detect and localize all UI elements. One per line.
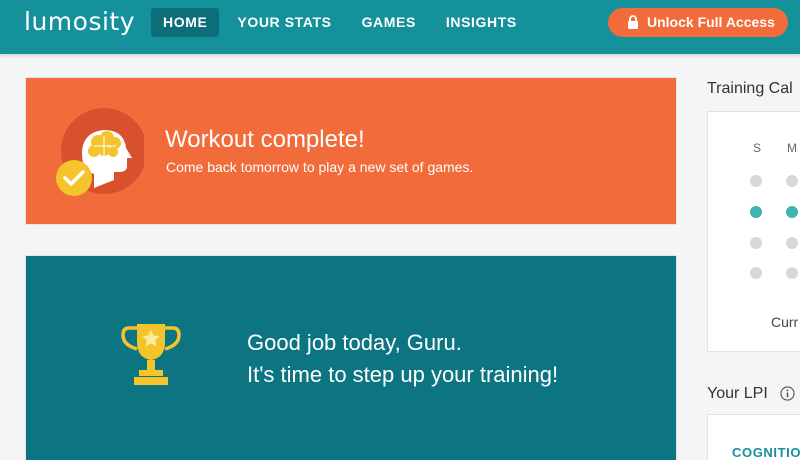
nav-games[interactable]: GAMES [350, 8, 428, 37]
unlock-full-access-button[interactable]: Unlock Full Access [608, 8, 788, 37]
workout-complete-card: Workout complete! Come back tomorrow to … [25, 77, 677, 225]
calendar-current-label: Curr [771, 314, 799, 330]
calendar-day-monday: M [787, 141, 797, 155]
good-job-message: Good job today, Guru. [247, 330, 462, 355]
trophy-icon [121, 324, 181, 385]
nav-your-stats[interactable]: YOUR STATS [225, 8, 343, 37]
step-up-message: It's time to step up your training! [247, 362, 559, 387]
main-nav: HOME YOUR STATS GAMES INSIGHTS [151, 8, 535, 37]
calendar-dot [786, 267, 798, 279]
lpi-heading: Your LPI [707, 385, 768, 402]
calendar-dot [750, 267, 762, 279]
lock-icon [628, 15, 638, 29]
calendar-dot [750, 175, 762, 187]
top-navigation-bar: lumosity HOME YOUR STATS GAMES INSIGHTS … [0, 0, 800, 54]
checkmark-badge [56, 160, 92, 196]
calendar-dot [750, 237, 762, 249]
calendar-dot-completed [786, 206, 798, 218]
workout-subtitle: Come back tomorrow to play a new set of … [166, 159, 474, 175]
calendar-dot [786, 175, 798, 187]
info-icon[interactable] [780, 386, 795, 401]
lumosity-logo[interactable]: lumosity [24, 7, 135, 36]
nav-insights[interactable]: INSIGHTS [434, 8, 529, 37]
good-job-card: Good job today, Guru. It's time to step … [25, 255, 677, 460]
unlock-label: Unlock Full Access [647, 14, 775, 30]
lpi-panel: COGNITION [707, 414, 800, 460]
calendar-dot [786, 237, 798, 249]
calendar-dot-completed [750, 206, 762, 218]
calendar-day-sunday: S [753, 141, 762, 155]
training-calendar-panel: S M Curr [707, 111, 800, 352]
workout-title: Workout complete! [165, 126, 365, 153]
training-calendar-heading: Training Cal [707, 80, 793, 97]
brain-head-icon [56, 108, 144, 196]
lpi-category-label: COGNITION [732, 445, 800, 460]
nav-home[interactable]: HOME [151, 8, 220, 37]
